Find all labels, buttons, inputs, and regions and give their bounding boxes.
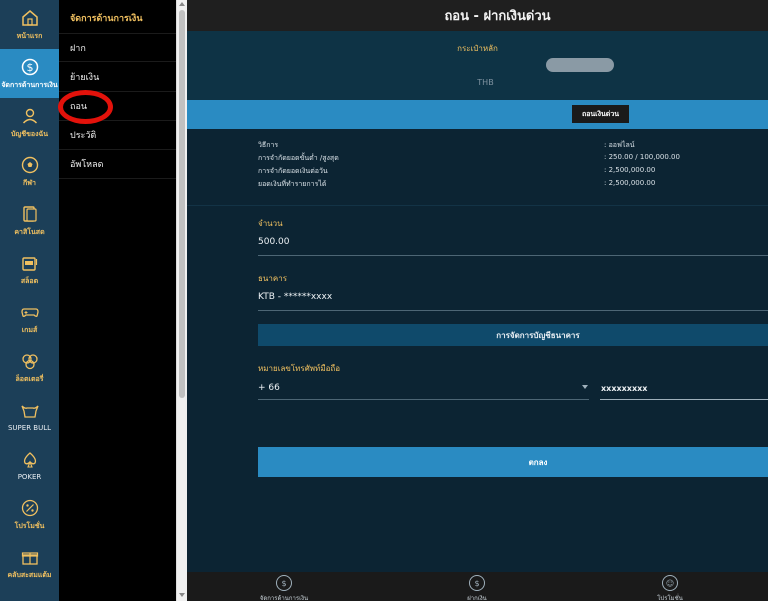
scroll-up-arrow-icon[interactable] [179, 2, 185, 6]
rail-item-label: POKER [17, 473, 42, 481]
rail-item-label: ล็อตเตอรี่ [15, 374, 44, 383]
rail-item-finance[interactable]: $ จัดการด้านการเงิน [0, 49, 59, 98]
info-value: : 250.00 / 100,000.00 [604, 153, 680, 161]
rail-item-label: เกมส์ [21, 325, 38, 334]
dollar-circle-icon: $ [276, 575, 292, 591]
rail-item-games[interactable]: เกมส์ [0, 294, 59, 343]
bull-icon [20, 401, 40, 421]
submenu-item-history[interactable]: ประวัติ [59, 121, 176, 150]
confirm-button[interactable]: ตกลง [258, 447, 768, 477]
lottery-balls-icon [20, 351, 40, 371]
rail-item-slots[interactable]: สล็อต [0, 245, 59, 294]
info-value: : 2,500,000.00 [604, 166, 656, 174]
info-value: : 2,500,000.00 [604, 179, 656, 187]
info-row: การจำกัดยอดเงินต่อวัน : 2,500,000.00 [258, 166, 758, 179]
slot-machine-icon [20, 253, 40, 273]
rail-item-account[interactable]: บัญชีของฉัน [0, 98, 59, 147]
rail-item-label: โปรโมชั่น [14, 521, 45, 530]
submenu-scrollbar[interactable] [176, 0, 187, 601]
amount-input[interactable]: 500.00 [258, 237, 290, 247]
phone-underline [600, 399, 768, 400]
highlight-annotation-ring [58, 90, 113, 124]
withdraw-info: วิธีการ : ออฟไลน์ การจำกัดยอดขั้นต่ำ /สู… [187, 129, 768, 206]
balance-masked [546, 58, 614, 72]
rail-item-poker[interactable]: POKER [0, 441, 59, 490]
bank-account-management-button[interactable]: การจัดการบัญชีธนาคาร [258, 324, 768, 346]
info-key: การจำกัดยอดเงินต่อวัน [258, 167, 328, 175]
rail-item-lottery[interactable]: ล็อตเตอรี่ [0, 343, 59, 392]
rail-item-label: จัดการด้านการเงิน [1, 80, 58, 89]
dollar-circle-icon: $ [20, 57, 40, 77]
rail-item-label: คลับสะสมแต้ม [7, 570, 52, 579]
amount-underline [258, 255, 768, 256]
bank-field[interactable]: ธนาคาร KTB - ******xxxx [258, 272, 768, 312]
rail-item-sports[interactable]: กีฬา [0, 147, 59, 196]
currency-label: THB [477, 78, 494, 87]
submenu-title: จัดการด้านการเงิน [70, 14, 143, 24]
spade-icon [20, 450, 40, 470]
main-panel: ถอน - ฝากเงินด่วน กระเป๋าหลัก THB ถอนเงิ… [187, 0, 768, 601]
svg-text:$: $ [26, 61, 33, 74]
amount-label: จำนวน [258, 219, 283, 228]
bottom-nav-promotions[interactable]: ☺ โปรโมชั่น [630, 575, 710, 601]
submenu-item-deposit[interactable]: ฝาก [59, 33, 176, 62]
icon-rail: หน้าแรก $ จัดการด้านการเงิน บัญชีของฉัน … [0, 0, 59, 601]
cards-icon [20, 204, 40, 224]
rail-item-label: SUPER BULL [7, 424, 52, 432]
withdraw-tab-bar: ถอนเงินด่วน [187, 100, 768, 129]
bottom-nav-label: จัดการด้านการเงิน [259, 595, 309, 601]
rail-item-home[interactable]: หน้าแรก [0, 0, 59, 49]
info-key: วิธีการ [258, 141, 279, 149]
wallet-summary: กระเป๋าหลัก THB [187, 31, 768, 100]
info-key: การจำกัดยอดขั้นต่ำ /สูงสุด [258, 154, 339, 162]
bottom-nav-deposit[interactable]: $ ฝากเงิน [437, 575, 517, 601]
rail-item-points-club[interactable]: คลับสะสมแต้ม [0, 539, 59, 588]
bank-label: ธนาคาร [258, 274, 287, 283]
bottom-nav-label: ฝากเงิน [467, 595, 487, 601]
info-key: ยอดเงินที่ทำรายการได้ [258, 180, 327, 188]
percent-icon [20, 498, 40, 518]
submenu-item-transfer[interactable]: ย้ายเงิน [59, 63, 176, 92]
gamepad-icon [20, 302, 40, 322]
rail-item-label: คาสิโนสด [14, 227, 45, 236]
user-icon [20, 106, 40, 126]
rail-item-label: กีฬา [23, 178, 36, 187]
rail-item-super-bull[interactable]: SUPER BULL [0, 392, 59, 441]
phone-label: หมายเลขโทรศัพท์มือถือ [258, 364, 341, 373]
instant-withdraw-button[interactable]: ถอนเงินด่วน [572, 105, 629, 123]
info-value: : ออฟไลน์ [604, 141, 635, 149]
gift-icon [20, 547, 40, 567]
bottom-nav-label: โปรโมชั่น [657, 595, 683, 601]
rail-item-label: สล็อต [20, 276, 39, 285]
phone-number-input[interactable]: xxxxxxxxx [601, 384, 647, 393]
rail-item-promotions[interactable]: โปรโมชั่น [0, 490, 59, 539]
bottom-nav-finance[interactable]: $ จัดการด้านการเงิน [244, 575, 324, 601]
scroll-thumb[interactable] [179, 10, 185, 398]
rail-item-live-casino[interactable]: คาสิโนสด [0, 196, 59, 245]
country-code-underline [258, 399, 589, 400]
submenu-item-upload[interactable]: อัพโหลด [59, 150, 176, 179]
country-code-select[interactable]: + 66 [258, 383, 280, 393]
dollar-circle-icon: $ [469, 575, 485, 591]
home-icon [20, 8, 40, 28]
bottom-nav: $ จัดการด้านการเงิน $ ฝากเงิน ☺ โปรโมชั่… [187, 572, 768, 601]
user-circle-icon: ☺ [662, 575, 678, 591]
bank-underline [258, 310, 768, 311]
info-row: วิธีการ : ออฟไลน์ [258, 140, 758, 153]
info-row: การจำกัดยอดขั้นต่ำ /สูงสุด : 250.00 / 10… [258, 153, 758, 166]
bank-select[interactable]: KTB - ******xxxx [258, 292, 332, 302]
chevron-down-icon[interactable] [582, 385, 588, 389]
amount-field[interactable]: จำนวน 500.00 [258, 217, 768, 257]
info-row: ยอดเงินที่ทำรายการได้ : 2,500,000.00 [258, 179, 758, 192]
soccer-ball-icon [20, 155, 40, 175]
rail-item-label: บัญชีของฉัน [10, 129, 49, 138]
app-root: หน้าแรก $ จัดการด้านการเงิน บัญชีของฉัน … [0, 0, 768, 601]
rail-item-label: หน้าแรก [16, 31, 43, 40]
scroll-down-arrow-icon[interactable] [179, 593, 185, 597]
wallet-title: กระเป๋าหลัก [457, 44, 498, 53]
page-title: ถอน - ฝากเงินด่วน [187, 0, 768, 31]
